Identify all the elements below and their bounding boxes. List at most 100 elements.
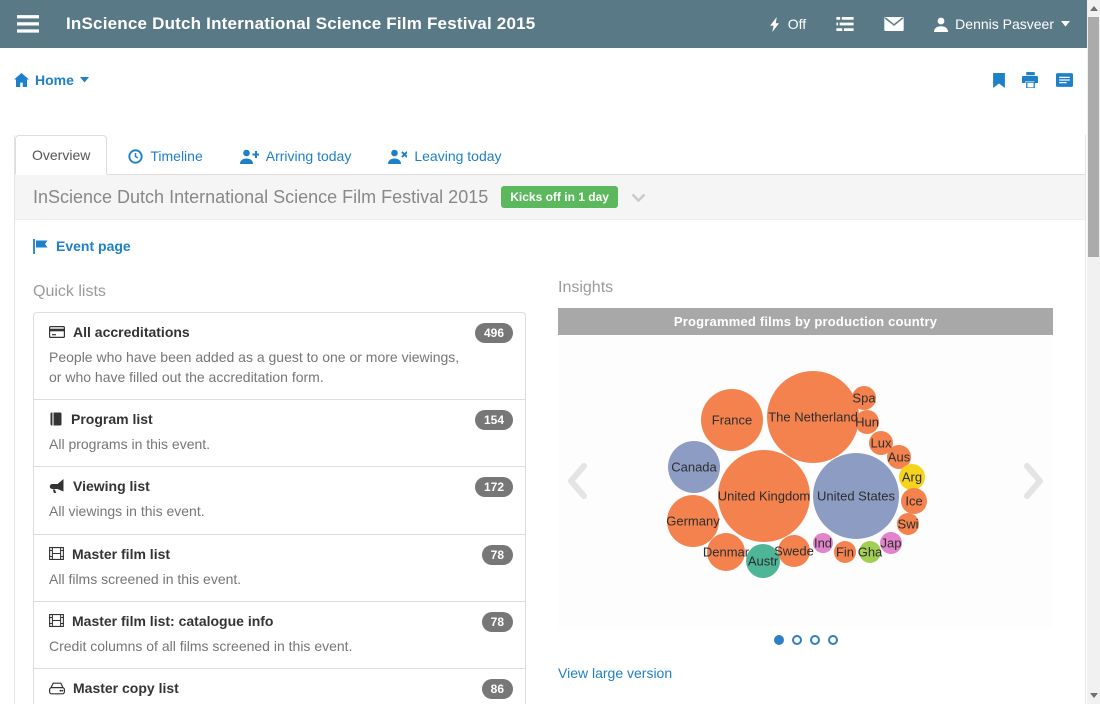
list-item-all-accreditations[interactable]: All accreditations 496 People who have b… (34, 313, 525, 401)
live-toggle[interactable]: Off (769, 16, 807, 32)
list-item-title: Program list (71, 411, 153, 428)
tab-timeline-label: Timeline (150, 148, 203, 164)
list-item-master-film-list[interactable]: Master film list 78 All films screened i… (34, 535, 525, 602)
film-icon (49, 547, 64, 561)
messages-envelope-icon[interactable] (884, 17, 904, 31)
caret-down-icon (1061, 21, 1070, 27)
live-toggle-label: Off (787, 16, 807, 32)
event-page-link[interactable]: Event page (33, 238, 131, 254)
chart-bubble[interactable] (813, 453, 899, 539)
chart-bubble[interactable] (834, 541, 856, 563)
scroll-down-icon[interactable] (1090, 693, 1098, 698)
count-badge: 78 (481, 544, 513, 565)
count-badge: 172 (474, 477, 513, 498)
carousel-prev-icon[interactable] (566, 462, 588, 500)
carousel-next-icon[interactable] (1023, 462, 1045, 500)
credit-card-icon (49, 325, 65, 338)
list-item-title: Master film list (72, 545, 171, 562)
list-item-viewing-list[interactable]: Viewing list 172 All viewings in this ev… (34, 467, 525, 535)
print-icon[interactable] (1022, 72, 1039, 88)
chart-bubble[interactable] (668, 441, 720, 493)
user-menu[interactable]: Dennis Pasveer (934, 16, 1070, 32)
home-icon (14, 73, 29, 87)
list-alt-icon[interactable] (1056, 73, 1073, 87)
chart-bubble[interactable] (707, 533, 745, 571)
bookmark-icon[interactable] (993, 72, 1005, 88)
list-item-title: Viewing list (73, 478, 150, 495)
view-large-version-link[interactable]: View large version (558, 665, 672, 681)
tab-leaving-today[interactable]: Leaving today (372, 137, 517, 175)
count-badge: 154 (474, 410, 513, 431)
chevron-down-icon[interactable] (631, 193, 646, 202)
chart-bubble[interactable] (746, 544, 780, 578)
tab-arriving-today[interactable]: Arriving today (224, 137, 368, 175)
chart-bubble[interactable] (897, 513, 919, 535)
carousel-dot[interactable] (791, 635, 802, 645)
caret-down-icon (79, 77, 89, 83)
hamburger-menu-icon[interactable] (0, 15, 56, 33)
chart-bubble[interactable] (880, 532, 902, 554)
user-name: Dennis Pasveer (955, 16, 1054, 32)
flag-icon (33, 238, 48, 254)
user-x-icon (388, 149, 408, 164)
bubble-chart: United Kingdom United States The Netherlan… (558, 335, 1053, 627)
count-badge: 78 (481, 611, 513, 632)
breadcrumb: Home (14, 65, 1073, 95)
tab-overview-label: Overview (32, 147, 91, 163)
event-title: InScience Dutch International Science Fi… (33, 186, 489, 207)
chart-bubble[interactable] (701, 389, 763, 451)
chart-bubble[interactable] (767, 371, 859, 463)
event-page-label: Event page (56, 238, 131, 254)
tab-arriving-label: Arriving today (265, 148, 352, 164)
list-item-description: All programs in this event. (49, 436, 211, 453)
breadcrumb-home-label: Home (35, 72, 74, 88)
list-item-description: Credit columns of all films screened in … (49, 637, 353, 654)
clock-icon (128, 148, 143, 164)
chart-title: Programmed films by production country (558, 308, 1053, 335)
count-badge: 86 (481, 679, 513, 700)
tab-leaving-label: Leaving today (414, 148, 502, 164)
tab-timeline[interactable]: Timeline (112, 137, 218, 175)
event-status-badge: Kicks off in 1 day (501, 186, 618, 208)
flash-icon (769, 16, 781, 32)
user-icon (934, 17, 949, 32)
app-title[interactable]: InScience Dutch International Science Fi… (66, 14, 535, 34)
chart-bubble[interactable] (718, 450, 810, 542)
list-item-description: All films screened in this event. (49, 570, 242, 587)
quick-lists-heading: Quick lists (33, 282, 106, 300)
scrollbar-thumb[interactable] (1088, 17, 1099, 257)
top-navbar: InScience Dutch International Science Fi… (0, 0, 1100, 48)
film-icon (49, 614, 64, 628)
carousel-dot[interactable] (827, 635, 838, 645)
list-item-master-film-list-catalogue[interactable]: Master film list: catalogue info 78 Cred… (34, 602, 525, 670)
list-item-title: Master copy list (73, 680, 179, 697)
main-content-panel: Overview Timeline Arriving today Leaving… (14, 135, 1086, 704)
breadcrumb-home[interactable]: Home (14, 72, 89, 88)
tasks-icon[interactable] (836, 17, 854, 31)
scroll-up-icon[interactable] (1090, 6, 1098, 11)
book-icon (49, 412, 63, 427)
bullhorn-icon (49, 479, 65, 494)
carousel-dot[interactable] (809, 635, 820, 645)
chart-bubble[interactable] (859, 541, 881, 563)
carousel-dots (558, 635, 1053, 645)
tab-bar: Overview Timeline Arriving today Leaving… (15, 135, 1085, 175)
list-item-master-copy-list[interactable]: Master copy list 86 Films copies used (a… (34, 669, 525, 704)
carousel-dot[interactable] (773, 635, 784, 645)
chart-bubble[interactable] (778, 535, 810, 567)
list-item-title: All accreditations (73, 323, 190, 340)
vertical-scrollbar[interactable] (1087, 0, 1100, 704)
chart-bubble[interactable] (901, 488, 927, 514)
list-item-description: People who have been added as a guest to… (49, 348, 460, 385)
chart-bubble[interactable] (852, 386, 876, 410)
user-plus-icon (239, 149, 259, 164)
insights-heading: Insights (558, 279, 614, 296)
list-item-program-list[interactable]: Program list 154 All programs in this ev… (34, 400, 525, 468)
list-item-title: Master film list: catalogue info (72, 612, 274, 629)
chart-bubble[interactable] (899, 464, 925, 490)
chart-bubble[interactable] (855, 410, 879, 434)
list-item-description: All viewings in this event. (49, 503, 205, 520)
tab-overview[interactable]: Overview (15, 135, 108, 175)
chart-bubble[interactable] (813, 533, 833, 553)
event-header: InScience Dutch International Science Fi… (15, 175, 1085, 220)
